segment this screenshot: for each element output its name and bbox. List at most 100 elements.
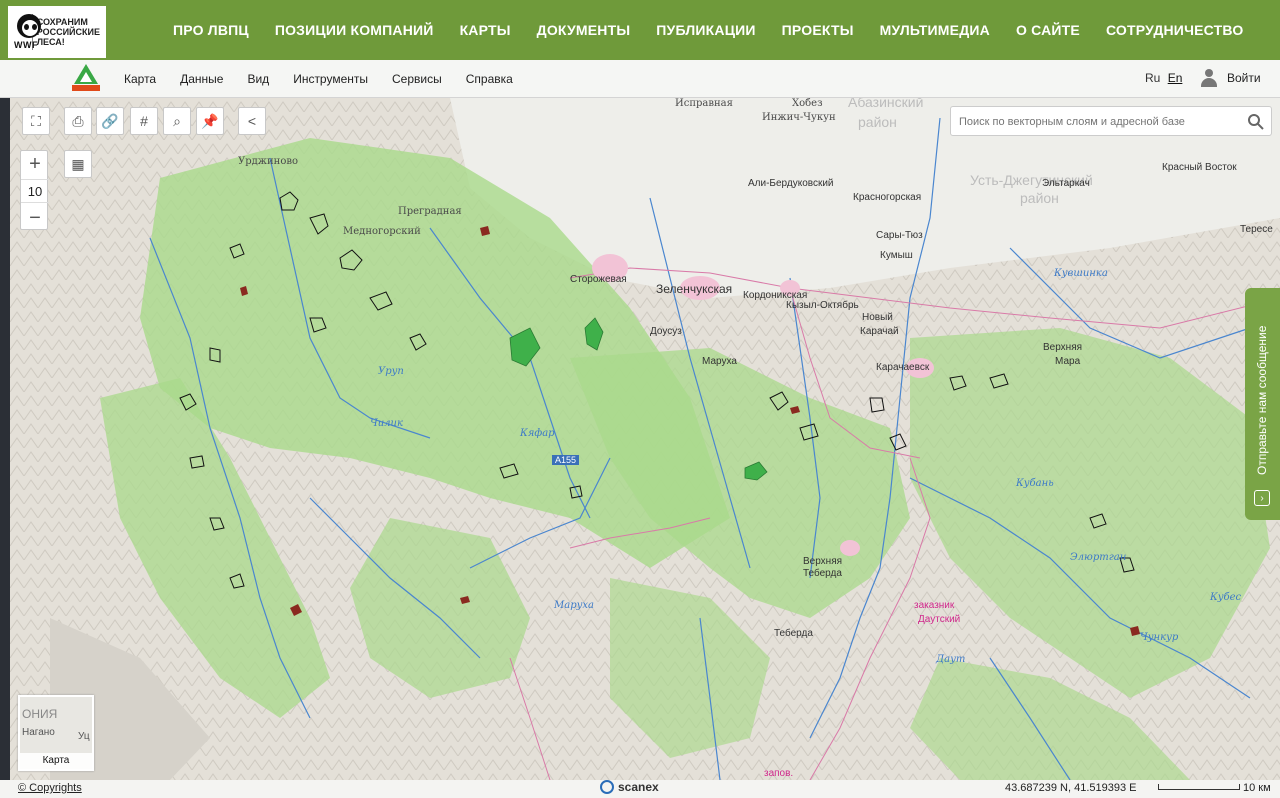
menu-map[interactable]: Карта [124,72,156,86]
pin-icon: 📌 [201,112,219,129]
map-label: Али-Бердуковский [748,178,834,189]
map-label: Красногорская [853,192,922,203]
app-menu-bar: Карта Данные Вид Инструменты Сервисы Спр… [0,60,1280,98]
search-icon[interactable] [1247,113,1265,131]
lang-en[interactable]: En [1168,71,1183,85]
nav-company-positions[interactable]: ПОЗИЦИИ КОМПАНИЙ [275,22,434,38]
pin-button[interactable]: 📌 [196,107,224,135]
map-label: Преградная [398,206,462,217]
share-button[interactable]: < [238,107,266,135]
minimap-text: ОНИЯ [22,707,58,721]
map-canvas[interactable]: Исправная Хобез Инжич-Чукун Абазинский р… [10,98,1280,780]
fullscreen-button[interactable]: ⛶ [22,107,50,135]
scale-bar [1158,784,1240,790]
map-label: Абазинский [848,98,924,110]
map-label: Красный Восток [1162,162,1237,173]
nav-projects[interactable]: ПРОЕКТЫ [782,22,854,38]
nav-pro-lvpc[interactable]: ПРО ЛВПЦ [173,22,249,38]
river-label: Элюртган [1070,552,1127,563]
menu-services[interactable]: Сервисы [392,72,442,86]
scanex-icon [600,780,614,794]
zoom-area-icon: ⌕ [173,112,181,129]
copyright-link[interactable]: © Copyrights [18,782,82,794]
map-label: Урджиново [238,156,298,167]
river-label: Кяфар [520,428,555,439]
grid-button[interactable]: # [130,107,158,135]
menu-tools[interactable]: Инструменты [293,72,368,86]
wwf-brand: WWF [14,40,38,50]
map-label: Тересе [1240,224,1273,235]
map-search [950,106,1272,136]
minimap-label: Карта [20,753,92,769]
minimap[interactable]: ОНИЯ Нагано Уц Карта [18,695,94,771]
feedback-tab[interactable]: Отправьте нам сообщение › [1245,288,1280,520]
language-switch: Ru En [1145,71,1182,85]
map-label: Даутский [918,614,961,625]
logo-slogan: СОХРАНИМ РОССИЙСКИЕ ЛЕСА! [36,17,100,47]
minimap-text: Нагано [22,727,55,738]
share-icon: < [247,113,257,129]
layers-button[interactable]: ▦ [64,150,92,178]
window-edge [0,98,10,798]
link-icon: 🔗 [101,112,119,129]
scanex-logo[interactable]: scanex [600,780,659,794]
lang-ru[interactable]: Ru [1145,71,1160,85]
top-nav-bar: WWF СОХРАНИМ РОССИЙСКИЕ ЛЕСА! ПРО ЛВПЦ П… [0,0,1280,60]
map-label: Новый [862,312,893,323]
map-label: Сторожевая [570,274,627,285]
road-shield: А155 [552,455,580,465]
panda-icon: WWF [14,12,41,52]
river-label: Кубес [1210,592,1242,603]
forest-logo-icon[interactable] [70,64,102,94]
map-label: Карачай [860,326,899,337]
search-input[interactable] [959,112,1239,132]
nav-cooperation[interactable]: СОТРУДНИЧЕСТВО [1106,22,1243,38]
menu-data[interactable]: Данные [180,72,223,86]
river-label: Кувшинка [1054,268,1108,279]
map-label: район [1020,190,1059,206]
map-label: Верхняя [803,556,843,567]
fullscreen-icon: ⛶ [31,112,41,129]
map-label: Теберда [803,568,842,579]
menu-help[interactable]: Справка [466,72,513,86]
zoom-area-button[interactable]: ⌕ [163,107,191,135]
river-label: Уруп [378,366,404,377]
login-label: Войти [1227,71,1261,85]
nav-maps[interactable]: КАРТЫ [460,22,511,38]
map-label: заказник [914,600,955,611]
map-label: Хобез [792,98,823,109]
user-icon [1200,69,1218,87]
river-label: Чункур [1140,632,1179,643]
map-label: Эльтаркач [1042,178,1090,189]
print-button[interactable]: ⎙ [64,107,92,135]
nav-documents[interactable]: ДОКУМЕНТЫ [537,22,631,38]
map-label: Кызыл-Октябрь [786,300,859,311]
nav-about[interactable]: О САЙТЕ [1016,22,1080,38]
minimap-text: Уц [78,731,90,742]
map-label: Карачаевск [876,362,930,373]
nav-multimedia[interactable]: МУЛЬТИМЕДИА [880,22,990,38]
river-label: Даут [936,654,966,665]
coordinates-readout: 43.687239 N, 41.519393 E [1005,782,1137,794]
menu-view[interactable]: Вид [247,72,269,86]
map-terrain [10,98,1280,780]
zoom-level: 10 [21,179,49,203]
feedback-label: Отправьте нам сообщение [1255,325,1269,476]
map-label: Сары-Тюз [876,230,923,241]
zoom-out-button[interactable]: − [21,205,49,231]
wwf-logo[interactable]: WWF СОХРАНИМ РОССИЙСКИЕ ЛЕСА! [8,6,106,58]
nav-publications[interactable]: ПУБЛИКАЦИИ [656,22,755,38]
map-label: запов. [764,768,794,779]
map-label: Теберда [774,628,813,639]
map-label: Исправная [675,98,733,109]
checkerboard-icon: ▦ [71,155,85,172]
map-label: Доусуз [650,326,682,337]
river-label: Чилик [370,418,403,429]
map-label: Мара [1055,356,1081,367]
map-label: район [858,114,897,130]
map-label: Кумыш [880,250,913,261]
zoom-in-button[interactable]: + [21,151,49,177]
link-button[interactable]: 🔗 [96,107,124,135]
chevron-right-icon: › [1254,490,1270,506]
login-button[interactable]: Войти [1200,69,1261,87]
